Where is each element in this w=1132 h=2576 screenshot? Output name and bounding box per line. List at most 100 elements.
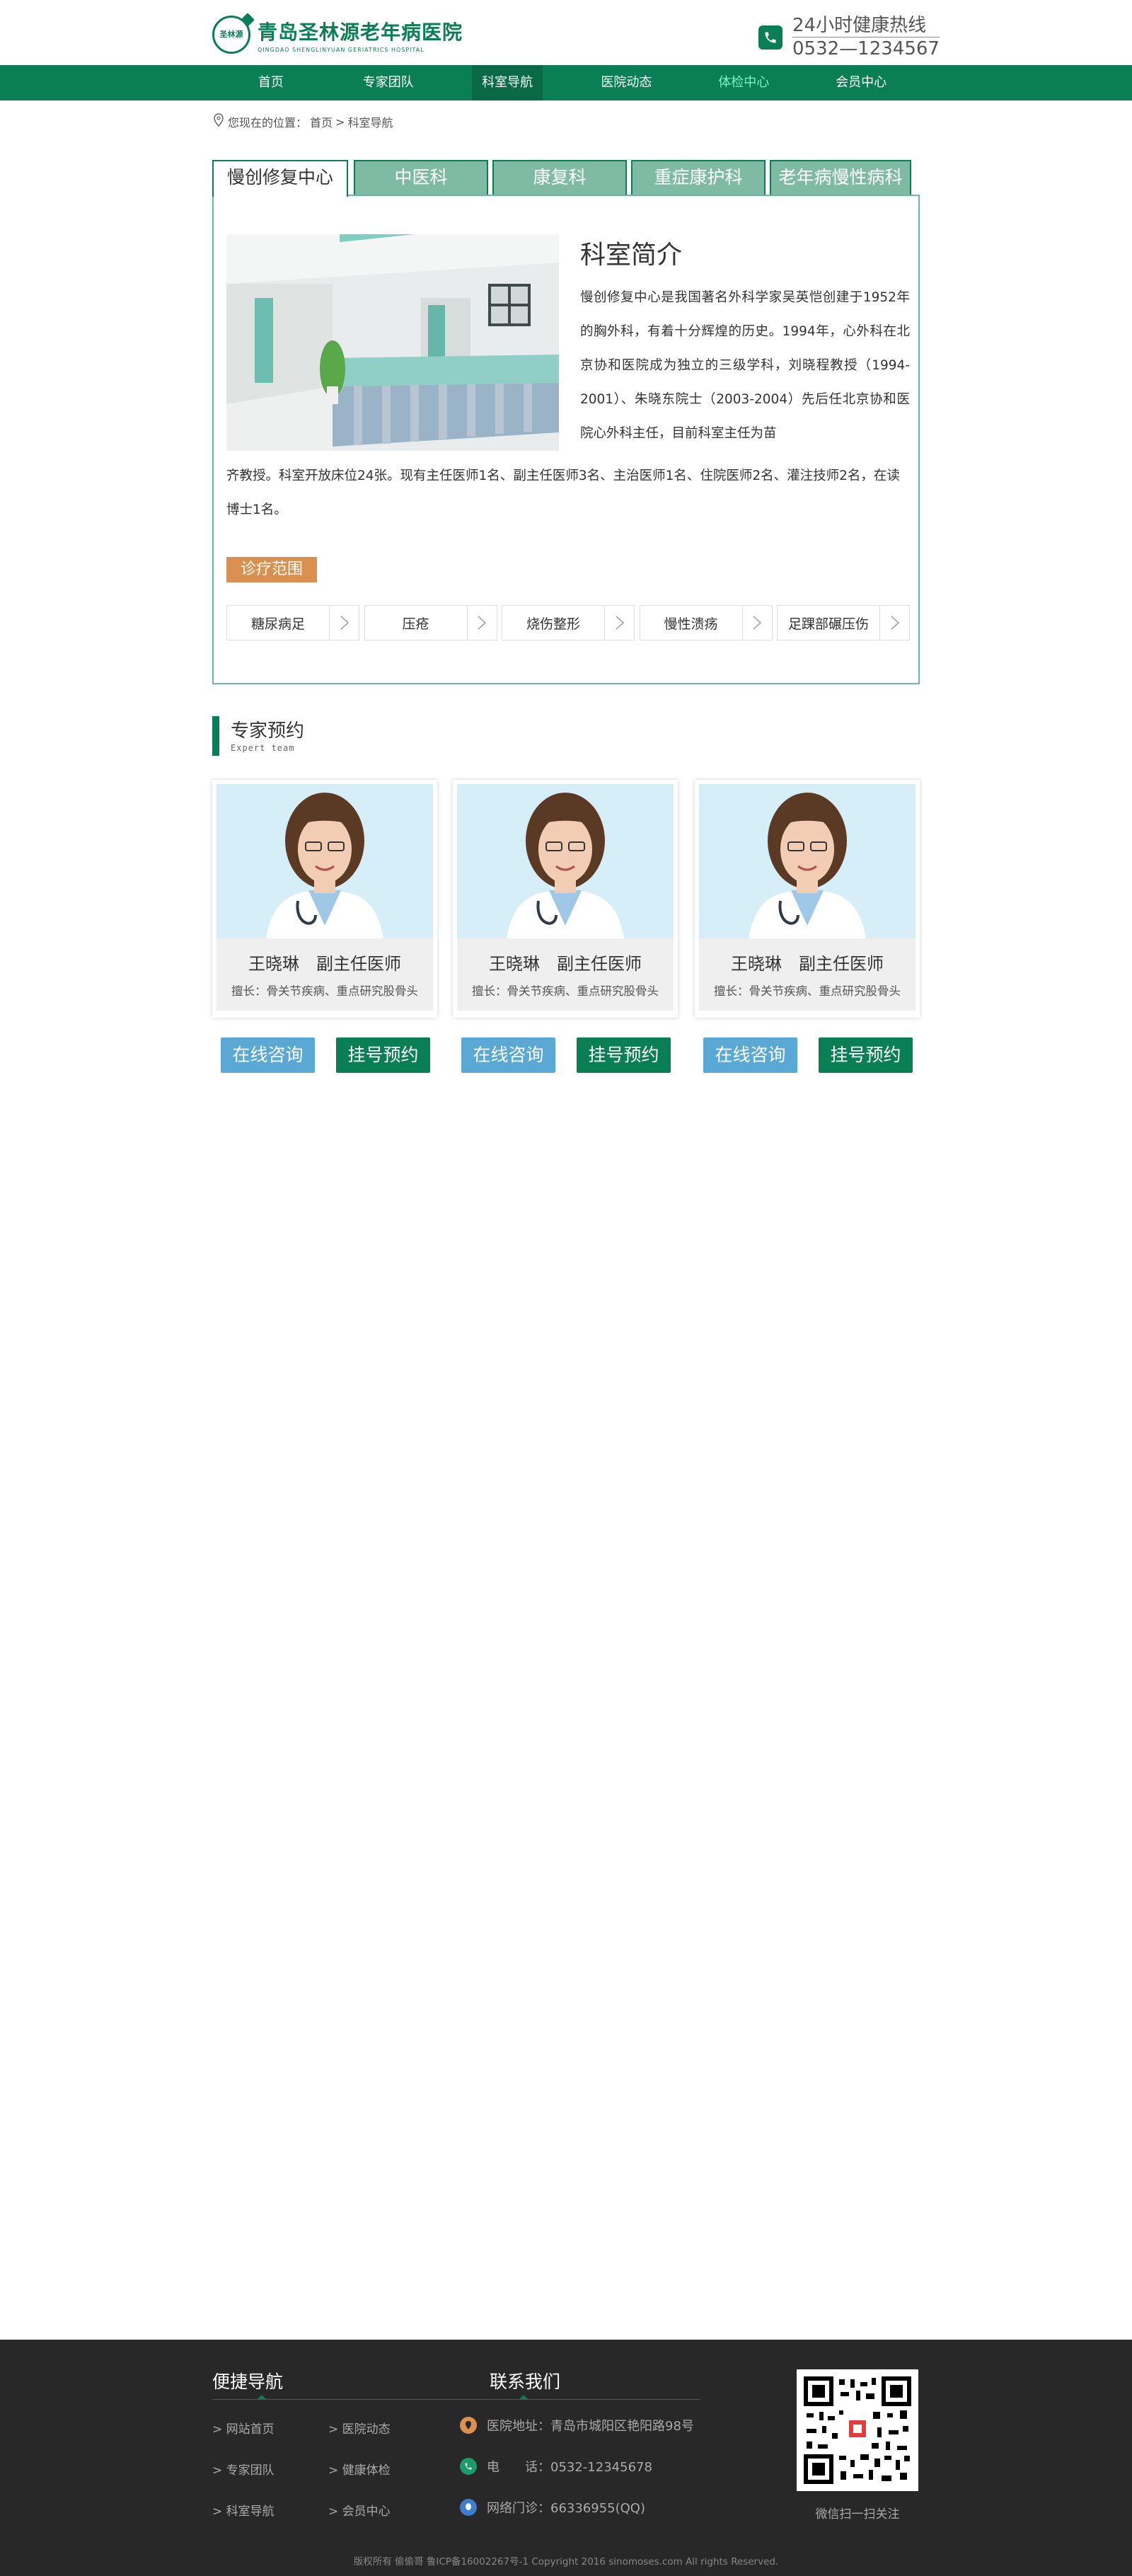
footer-marker bbox=[258, 2395, 266, 2399]
scope-item-ankle-crush[interactable]: 足踝部碾压伤 bbox=[777, 605, 910, 640]
tab-wound-repair[interactable]: 慢创修复中心 bbox=[212, 160, 348, 197]
scope-item-label: 压疮 bbox=[402, 616, 429, 632]
doctor-title: 副主任医师 bbox=[557, 954, 642, 974]
nav-item-news[interactable]: 医院动态 bbox=[567, 65, 685, 100]
book-appointment-button[interactable]: 挂号预约 bbox=[577, 1037, 671, 1073]
location-pin-icon bbox=[460, 2417, 477, 2434]
nav-item-checkup[interactable]: 体检中心 bbox=[685, 65, 802, 100]
doctor-title: 副主任医师 bbox=[316, 954, 401, 974]
doctor-specialty: 擅长：骨关节疾病、重点研究股骨头 bbox=[714, 984, 901, 998]
phone-icon bbox=[758, 25, 782, 50]
location-icon bbox=[212, 113, 225, 130]
treatment-scope-label: 诊疗范围 bbox=[226, 557, 317, 582]
section-marker bbox=[212, 716, 219, 756]
doctor-card: 王晓琳 副主任医师 擅长：骨关节疾病、重点研究股骨头 在线咨询 挂号预约 bbox=[695, 780, 920, 1073]
hotline-number[interactable]: 0532—1234567 bbox=[792, 38, 940, 60]
chevron-right-icon bbox=[604, 606, 634, 640]
breadcrumb-separator: > bbox=[335, 115, 345, 129]
department-panel: 科室简介 慢创修复中心是我国著名外科学家吴英恺创建于1952年的胸外科，有着十分… bbox=[212, 195, 920, 684]
doctor-title: 副主任医师 bbox=[799, 954, 884, 974]
nav-item-departments[interactable]: 科室导航 bbox=[471, 65, 543, 100]
department-description-continued: 齐教授。科室开放床位24张。现有主任医师1名、副主任医师3名、主治医师1名、住院… bbox=[226, 468, 900, 517]
doctor-name-line: 王晓琳 副主任医师 bbox=[457, 950, 674, 974]
breadcrumb-home[interactable]: 首页 bbox=[310, 113, 333, 130]
doctor-name-line: 王晓琳 副主任医师 bbox=[216, 950, 433, 974]
footer-phone-text: 电 话：0532-12345678 bbox=[487, 2460, 652, 2475]
doctor-specialty: 擅长：骨关节疾病、重点研究股骨头 bbox=[231, 984, 418, 998]
department-description: 慢创修复中心是我国著名外科学家吴英恺创建于1952年的胸外科，有着十分辉煌的历史… bbox=[580, 290, 910, 441]
footer-phone: 电 话：0532-12345678 bbox=[460, 2457, 652, 2476]
doctor-photo bbox=[699, 784, 916, 938]
expert-section-subtitle: Expert team bbox=[231, 743, 295, 753]
nav-item-members[interactable]: 会员中心 bbox=[802, 65, 920, 100]
breadcrumb-current: 科室导航 bbox=[347, 116, 393, 130]
footer-address-text: 医院地址：青岛市城阳区艳阳路98号 bbox=[487, 2419, 694, 2434]
main-nav: 首页 专家团队 科室导航 医院动态 体检中心 会员中心 bbox=[0, 65, 1132, 100]
treatment-scope-list: 糖尿病足 压疮 烧伤整形 慢性溃疡 足踝部碾压伤 bbox=[226, 605, 910, 640]
tab-icu-care[interactable]: 重症康护科 bbox=[631, 160, 766, 195]
footer-link-members[interactable]: > 会员中心 bbox=[328, 2501, 391, 2519]
footer-online-clinic-text: 网络门诊：66336955(QQ) bbox=[487, 2501, 645, 2516]
online-consult-button[interactable]: 在线咨询 bbox=[461, 1037, 555, 1073]
logo-subtitle: QINGDAO SHENGLINYUAN GERIATRICS HOSPITAL bbox=[258, 46, 424, 53]
logo-title: 青岛圣林源老年病医院 bbox=[258, 20, 463, 44]
scope-item-pressure-sore[interactable]: 压疮 bbox=[364, 605, 497, 640]
footer-link-checkup[interactable]: > 健康体检 bbox=[328, 2460, 391, 2478]
qr-code-label: 微信扫一扫关注 bbox=[815, 2507, 900, 2522]
site-footer: 便捷导航 联系我们 > 网站首页 > 医院动态 > 专家团队 > 健康体检 > … bbox=[0, 2340, 1132, 2576]
doctor-name-line: 王晓琳 副主任医师 bbox=[699, 950, 916, 974]
scope-item-label: 糖尿病足 bbox=[250, 616, 305, 632]
book-appointment-button[interactable]: 挂号预约 bbox=[819, 1037, 913, 1073]
scope-item-chronic-ulcer[interactable]: 慢性溃疡 bbox=[639, 605, 773, 640]
breadcrumb-prefix: 您现在的位置： bbox=[228, 116, 308, 130]
scope-item-label: 慢性溃疡 bbox=[664, 616, 718, 632]
department-tabs: 慢创修复中心 中医科 康复科 重症康护科 老年病慢性病科 bbox=[212, 160, 920, 197]
hospital-logo[interactable]: 圣林源 青岛圣林源老年病医院 QINGDAO SHENGLINYUAN GERI… bbox=[212, 14, 463, 55]
book-appointment-button[interactable]: 挂号预约 bbox=[336, 1037, 430, 1073]
department-title: 科室简介 bbox=[580, 241, 683, 270]
scope-item-burn-plastic[interactable]: 烧伤整形 bbox=[502, 605, 635, 640]
hotline: 24小时健康热线 0532—1234567 bbox=[758, 14, 940, 60]
chevron-right-icon bbox=[879, 606, 909, 640]
wechat-qr-code bbox=[797, 2369, 918, 2491]
chevron-right-icon bbox=[741, 606, 772, 640]
doctor-card: 王晓琳 副主任医师 擅长：骨关节疾病、重点研究股骨头 在线咨询 挂号预约 bbox=[453, 780, 678, 1073]
doctor-name: 王晓琳 bbox=[489, 954, 540, 974]
doctor-photo bbox=[216, 784, 433, 938]
tab-geriatrics[interactable]: 老年病慢性病科 bbox=[770, 160, 911, 195]
tab-rehab[interactable]: 康复科 bbox=[492, 160, 627, 195]
expert-section-header: 专家预约 Expert team bbox=[212, 716, 304, 756]
online-consult-button[interactable]: 在线咨询 bbox=[703, 1037, 797, 1073]
footer-marker bbox=[519, 2395, 528, 2399]
tab-tcm[interactable]: 中医科 bbox=[354, 160, 488, 195]
doctor-name: 王晓琳 bbox=[248, 954, 299, 974]
footer-link-departments[interactable]: > 科室导航 bbox=[212, 2501, 275, 2519]
online-consult-button[interactable]: 在线咨询 bbox=[221, 1037, 315, 1073]
expert-section-title: 专家预约 bbox=[231, 720, 305, 742]
footer-online-clinic: 网络门诊：66336955(QQ) bbox=[460, 2498, 645, 2517]
copyright: 版权所有 偷偷哥 鲁ICP备16002267号-1 Copyright 2016… bbox=[353, 2556, 779, 2568]
doctor-specialty: 擅长：骨关节疾病、重点研究股骨头 bbox=[472, 984, 659, 998]
doctor-card: 王晓琳 副主任医师 擅长：骨关节疾病、重点研究股骨头 在线咨询 挂号预约 bbox=[212, 780, 437, 1073]
department-photo bbox=[226, 234, 559, 451]
hotline-label: 24小时健康热线 bbox=[792, 14, 940, 38]
chevron-right-icon bbox=[329, 606, 359, 640]
qq-icon bbox=[460, 2499, 477, 2516]
chevron-right-icon bbox=[466, 606, 497, 640]
doctor-name: 王晓琳 bbox=[731, 954, 782, 974]
footer-contact-title: 联系我们 bbox=[490, 2371, 561, 2392]
phone-icon bbox=[460, 2458, 477, 2475]
doctor-photo bbox=[457, 784, 674, 938]
scope-item-label: 足踝部碾压伤 bbox=[787, 616, 869, 632]
footer-nav-title: 便捷导航 bbox=[212, 2371, 284, 2392]
scope-item-diabetic-foot[interactable]: 糖尿病足 bbox=[226, 605, 359, 640]
nav-item-experts[interactable]: 专家团队 bbox=[330, 65, 447, 100]
footer-link-home[interactable]: > 网站首页 bbox=[212, 2419, 275, 2437]
nav-item-home[interactable]: 首页 bbox=[212, 65, 330, 100]
footer-divider bbox=[212, 2399, 700, 2400]
breadcrumb: 您现在的位置： 首页 > 科室导航 bbox=[212, 113, 395, 130]
footer-link-experts[interactable]: > 专家团队 bbox=[212, 2460, 275, 2478]
scope-item-label: 烧伤整形 bbox=[526, 616, 580, 632]
footer-address: 医院地址：青岛市城阳区艳阳路98号 bbox=[460, 2416, 694, 2434]
footer-link-news[interactable]: > 医院动态 bbox=[328, 2419, 391, 2437]
